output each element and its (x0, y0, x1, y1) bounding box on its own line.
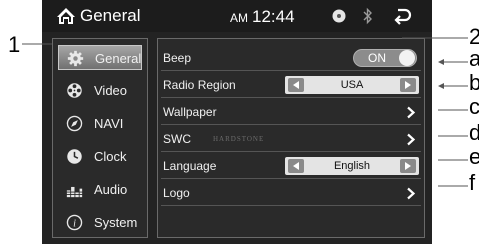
callout-e: e (469, 144, 479, 169)
callout-leader-lines (22, 37, 468, 187)
callout-2: 2 (469, 24, 479, 49)
callout-f: f (469, 170, 476, 195)
callout-a: a (469, 46, 479, 71)
callout-b: b (469, 70, 479, 95)
callout-c: c (469, 94, 479, 119)
callout-d: d (469, 120, 479, 145)
callout-1: 1 (8, 32, 21, 57)
